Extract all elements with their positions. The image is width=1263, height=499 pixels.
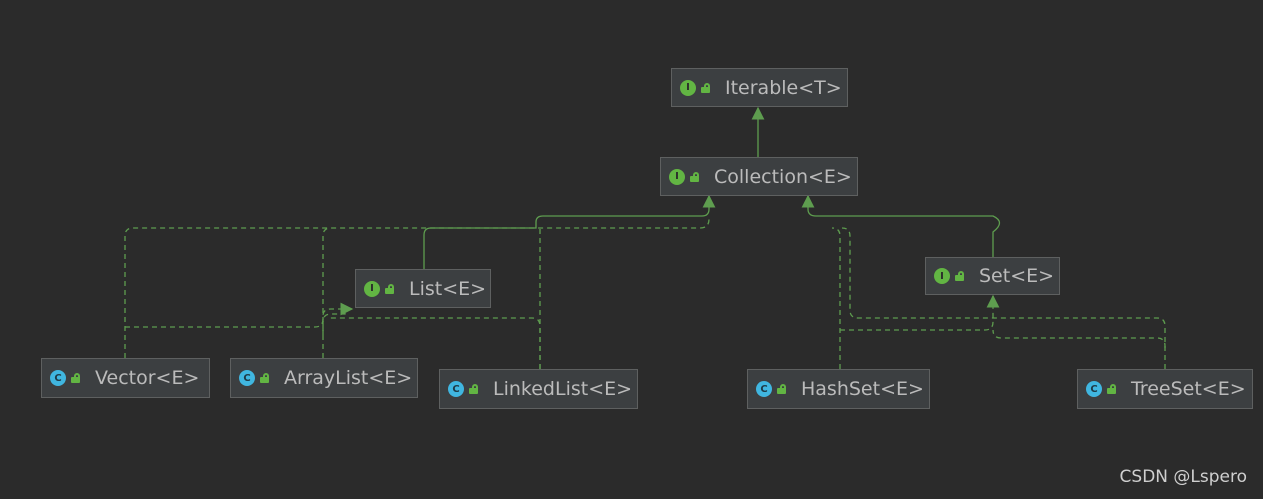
node-iterable-label: Iterable<T> [725, 76, 842, 99]
edge-vector-list-b [125, 302, 354, 328]
edge-arraylist-list-b [322, 309, 346, 335]
node-collection[interactable]: I Collection<E> [660, 157, 858, 196]
public-lock-icon [690, 171, 699, 182]
node-iterable[interactable]: I Iterable<T> [671, 68, 848, 107]
node-list-label: List<E> [409, 277, 487, 300]
public-lock-icon [777, 384, 786, 394]
public-lock-icon [1107, 384, 1116, 394]
node-vector[interactable]: C Vector<E> [41, 358, 210, 398]
interface-icon: I [364, 280, 380, 297]
edge-treeset-set [841, 227, 1166, 369]
public-lock-icon [385, 283, 394, 294]
public-lock-icon [260, 373, 269, 383]
class-icon: C [1086, 381, 1102, 397]
diagram-edges [124, 106, 1166, 369]
edge-arraylist-list [322, 227, 332, 358]
node-treeset[interactable]: C TreeSet<E> [1077, 369, 1253, 409]
edge-set-collection [801, 194, 1001, 258]
node-collection-label: Collection<E> [714, 165, 852, 188]
class-icon: C [448, 381, 464, 397]
interface-icon: I [680, 79, 696, 96]
edge-hashset-set-b [840, 294, 1000, 331]
public-lock-icon [701, 82, 710, 93]
node-vector-label: Vector<E> [95, 367, 200, 389]
public-lock-icon [955, 271, 964, 281]
node-set-label: Set<E> [979, 265, 1055, 287]
node-linkedlist[interactable]: C LinkedList<E> [439, 369, 638, 409]
class-icon: C [239, 370, 255, 386]
node-linkedlist-label: LinkedList<E> [493, 378, 633, 400]
edge-hashset-set [831, 227, 841, 369]
node-hashset-label: HashSet<E> [801, 378, 924, 400]
node-arraylist[interactable]: C ArrayList<E> [230, 358, 418, 398]
class-icon: C [50, 370, 66, 386]
interface-icon: I [934, 268, 950, 284]
edge-treeset-set-b [992, 329, 1166, 348]
edge-list-collection [423, 194, 716, 269]
node-arraylist-label: ArrayList<E> [284, 367, 413, 389]
interface-icon: I [669, 168, 685, 185]
node-set[interactable]: I Set<E> [925, 257, 1060, 295]
class-icon: C [756, 381, 772, 397]
node-hashset[interactable]: C HashSet<E> [747, 369, 930, 409]
node-treeset-label: TreeSet<E> [1131, 378, 1246, 400]
public-lock-icon [71, 373, 80, 383]
public-lock-icon [469, 384, 478, 394]
watermark: CSDN @Lspero [1119, 467, 1247, 487]
node-list[interactable]: I List<E> [355, 269, 491, 308]
